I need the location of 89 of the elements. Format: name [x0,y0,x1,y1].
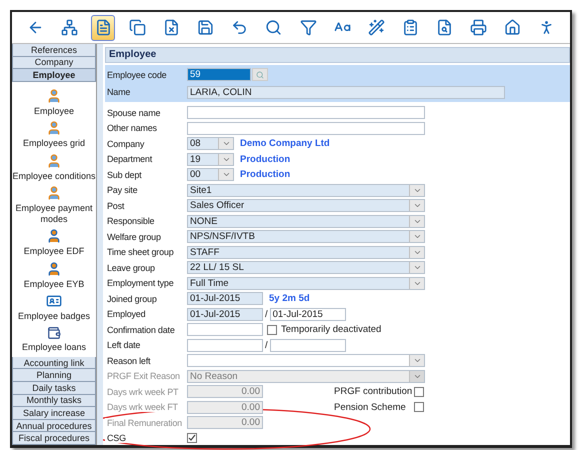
sidebar-item[interactable]: Employee conditions [12,170,96,182]
code-dropdown[interactable]: 19 [187,152,234,166]
person-icon [46,185,62,202]
dropdown-field[interactable] [187,354,425,368]
dropdown-field[interactable]: STAFF [187,246,425,259]
code-dropdown[interactable]: 08 [187,137,234,150]
dropdown-button[interactable] [218,169,233,180]
toolbar-button[interactable] [91,14,116,40]
dropdown-field[interactable]: 22 LL/ 15 SL [187,261,425,274]
field-label: Days wrk week FT [105,402,187,412]
dropdown-field[interactable]: NONE [187,214,425,228]
delete-document-icon [163,19,180,36]
filter-icon [300,19,317,36]
text-field[interactable] [187,122,425,135]
date-field[interactable]: 01-Jul-2015 [187,308,263,321]
undo-icon [231,19,248,36]
sidebar-item[interactable]: Employee EYB [24,278,84,290]
person-icon [46,152,62,169]
dropdown-button[interactable] [409,246,424,258]
sidebar-item[interactable]: Employee payment modes [12,203,96,224]
sidebar-tab[interactable]: Planning [12,369,96,382]
clipboard-icon [402,19,419,36]
field-label: Name [106,87,132,98]
date-field[interactable] [270,338,346,352]
dropdown-field[interactable]: Sales Officer [187,199,425,212]
home-icon [504,19,522,36]
save-icon [197,19,214,36]
form-title: Employee [105,47,570,63]
sidebar-item[interactable]: Employee loans [22,342,86,352]
field-caption: Production [240,154,290,165]
person-document-icon [46,260,62,277]
sidebar-tab[interactable]: Annual procedures [12,420,96,432]
sidebar-tab[interactable]: Fiscal procedures [12,432,96,445]
field-caption: Demo Company Ltd [240,138,330,150]
date-field[interactable]: 01-Jul-2015 [270,308,346,321]
dropdown-button[interactable] [409,262,424,274]
dropdown-field[interactable]: NPS/NSF/IVTB [187,230,425,244]
dropdown-button[interactable] [409,184,424,196]
tree-icon [60,19,78,36]
badge-icon [46,293,62,310]
code-field[interactable]: 59 [187,68,251,82]
name-field[interactable]: LARIA, COLIN [187,86,505,99]
search-icon [256,70,264,79]
duration-text: 5y 2m 5d [269,293,310,304]
dropdown-field[interactable]: Site1 [187,184,425,197]
sidebar-tab[interactable]: Employee [12,69,96,82]
text-field[interactable] [187,106,425,120]
checkbox-label: Temporarily deactivated [281,324,382,336]
search-icon [265,19,282,36]
field-label: Employee code [106,70,168,80]
wand-icon [368,19,385,36]
field-caption: Production [240,169,290,180]
dropdown-button[interactable] [409,278,424,289]
date-field[interactable]: 01-Jul-2015 [187,292,263,306]
sidebar-tab[interactable]: Daily tasks [12,382,96,395]
sidebar-tab[interactable]: Company [12,56,96,70]
dropdown-button[interactable] [409,216,424,227]
person-document-icon [46,228,62,244]
sidebar-tab[interactable]: Salary increase [12,407,96,420]
sidebar-tab[interactable]: Accounting link [12,356,96,370]
dropdown-button[interactable] [409,355,424,366]
sidebar-tab[interactable]: References [12,44,96,57]
code-dropdown[interactable]: 00 [187,168,234,182]
checkbox-label: PRGF contribution [334,386,414,398]
document-search-icon [436,19,454,36]
checkbox[interactable] [267,324,277,335]
dropdown-button[interactable] [409,200,424,212]
dropdown-button[interactable] [409,370,424,382]
separator-text: / [265,308,268,320]
person-icon [46,120,62,136]
copy-icon [128,19,146,36]
sidebar-item[interactable]: Employees grid [22,138,86,149]
person-icon [46,88,62,104]
checkbox-label: Pension Scheme [334,402,407,413]
sidebar-item[interactable]: Employee [34,106,74,116]
dropdown-button[interactable] [409,231,424,242]
date-field[interactable] [187,323,263,336]
printer-icon [470,19,488,36]
document-icon [94,19,112,36]
wallet-icon [46,326,61,340]
dropdown-button[interactable] [218,138,233,150]
sidebar-tab[interactable]: Monthly tasks [12,394,96,408]
separator-text: / [265,340,268,351]
checkbox[interactable] [187,433,197,444]
dropdown-field[interactable]: Full Time [187,276,425,290]
sidebar-item[interactable]: Employee badges [18,311,90,322]
dropdown-button[interactable] [218,154,233,165]
sidebar-item[interactable]: Employee EDF [24,246,84,257]
date-field[interactable] [187,338,263,352]
